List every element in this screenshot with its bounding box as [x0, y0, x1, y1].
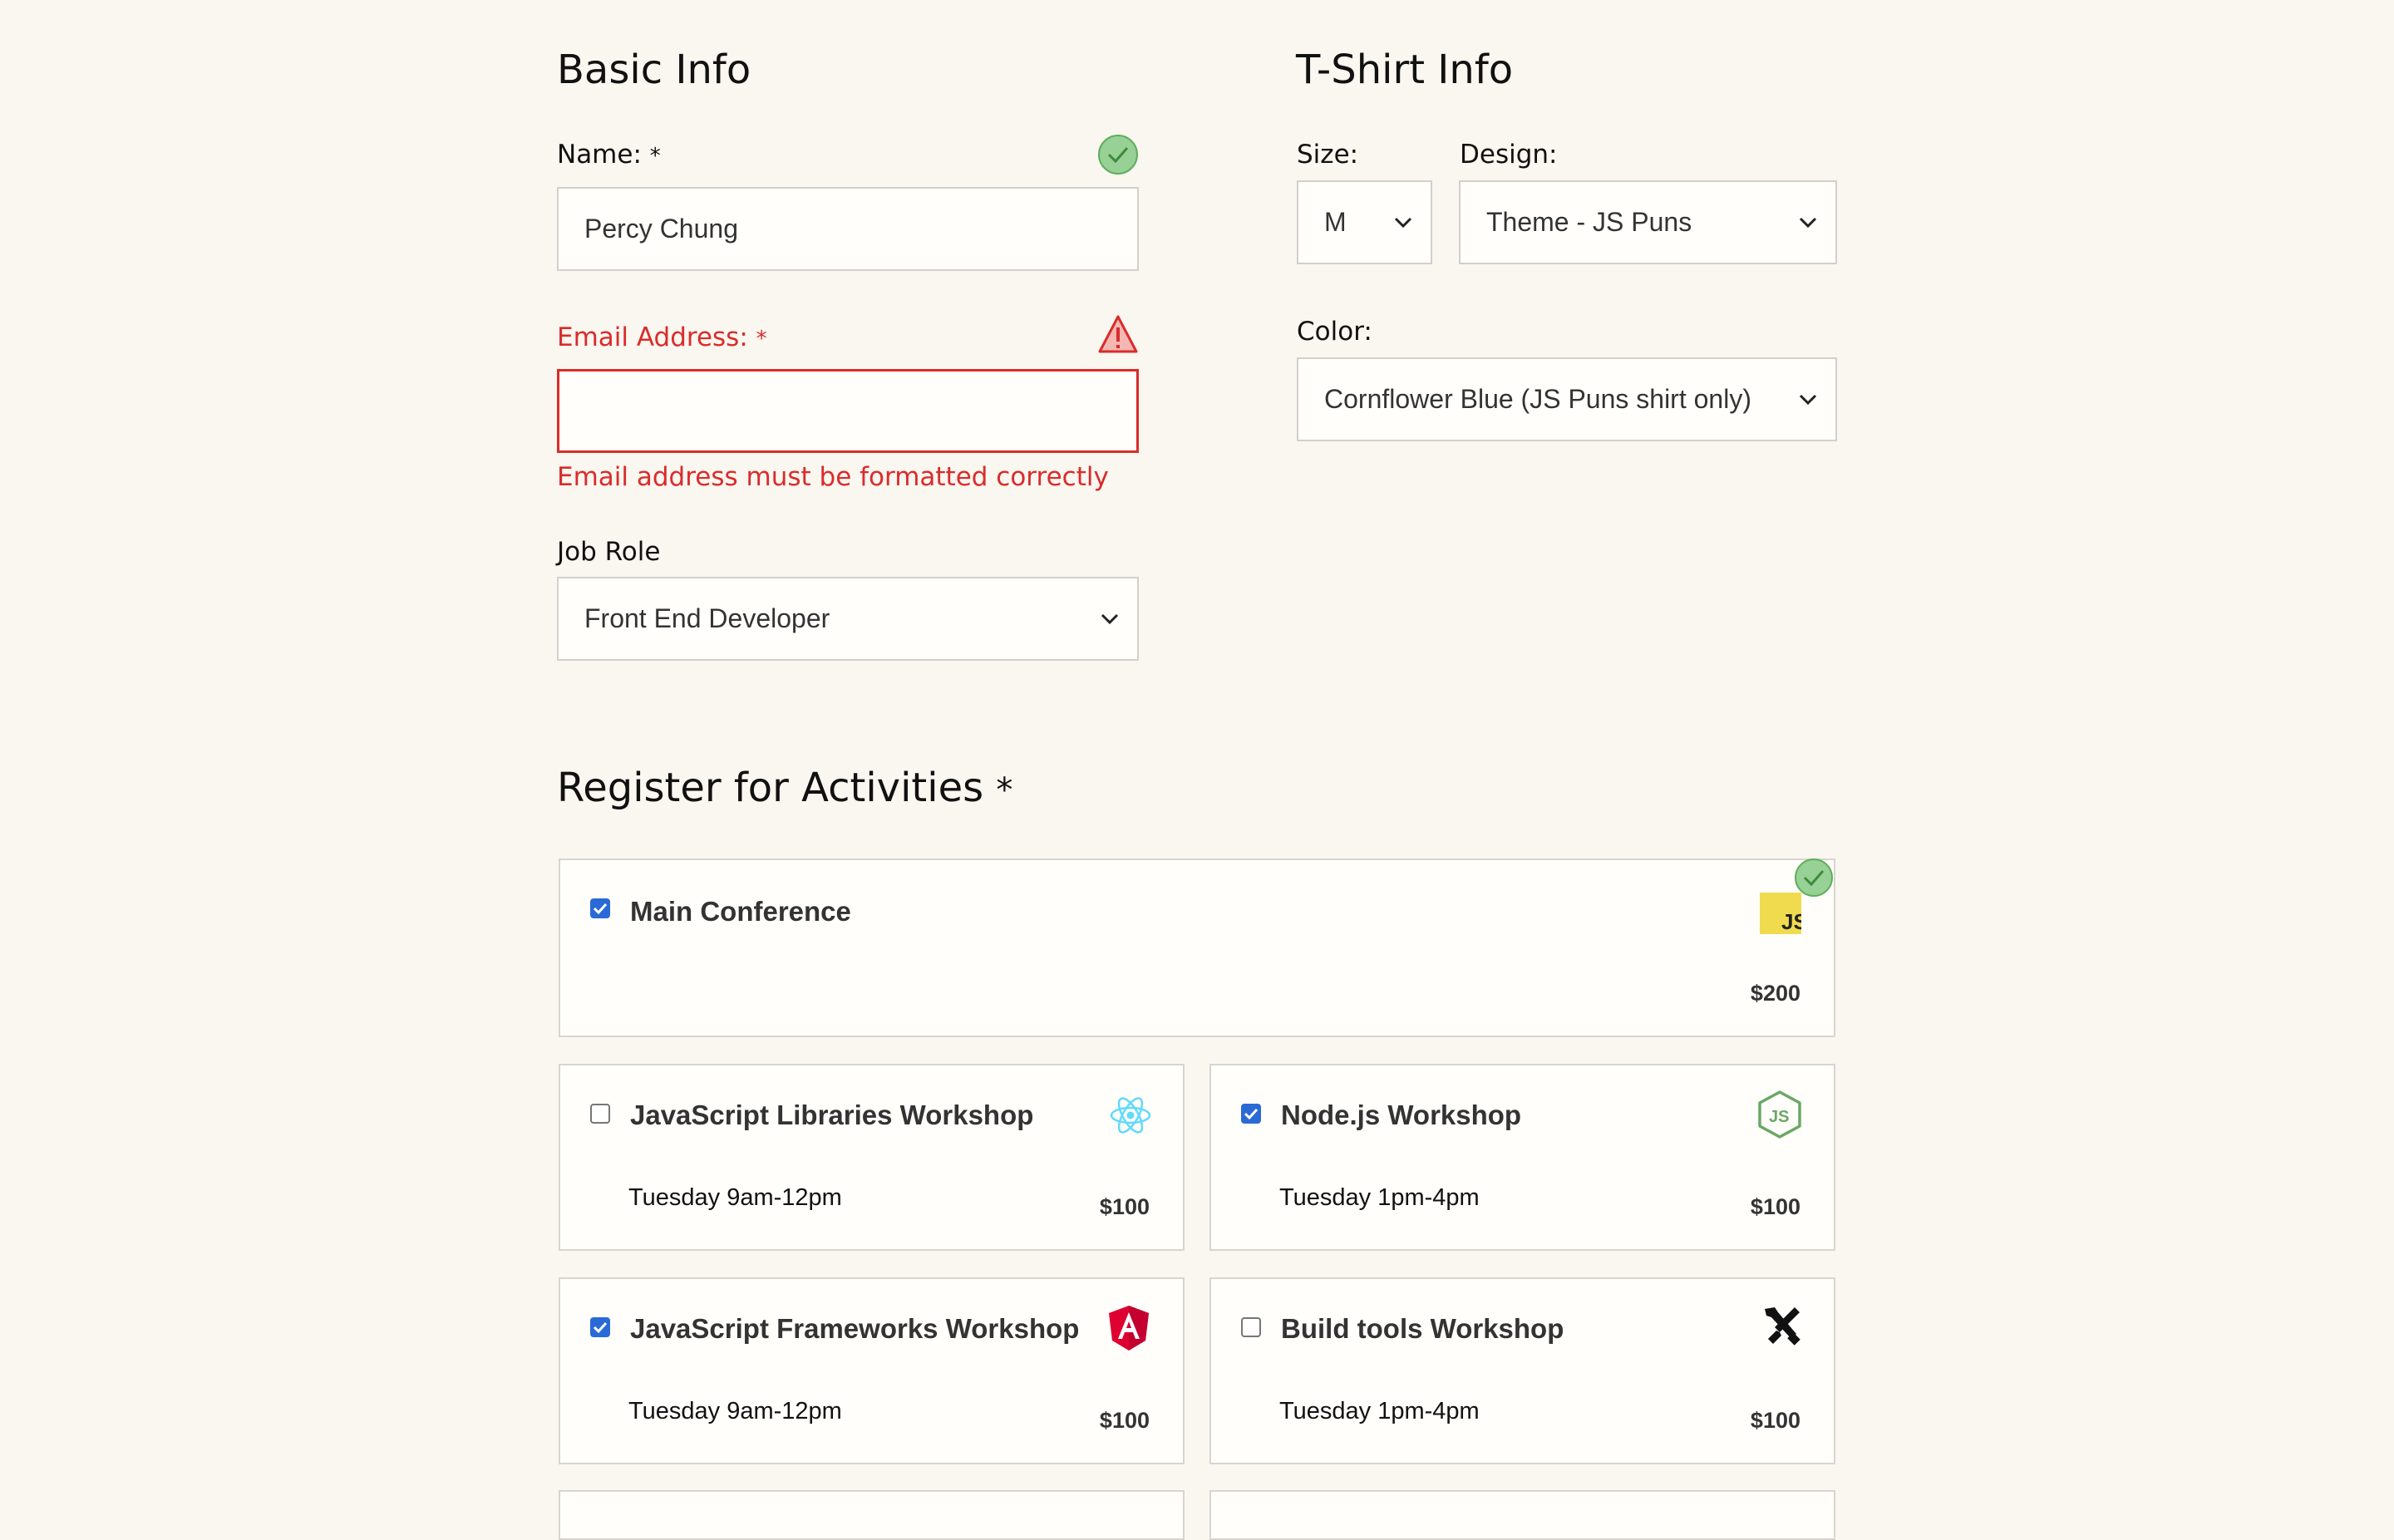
activity-checkbox[interactable] — [590, 1104, 610, 1124]
name-label: Name: * — [557, 140, 661, 170]
angular-icon — [1109, 1306, 1149, 1351]
email-label: Email Address: * — [557, 322, 767, 352]
tools-icon — [1765, 1307, 1800, 1346]
chevron-down-icon — [1101, 613, 1119, 624]
size-select[interactable]: M — [1297, 180, 1432, 264]
activity-title: Node.js Workshop — [1281, 1100, 1522, 1130]
activity-price: $200 — [1750, 981, 1800, 1006]
activities-heading-text: Register for Activities — [557, 765, 984, 811]
activity-card-main-conference[interactable]: Main Conference $200 JS — [559, 859, 1835, 1037]
basic-info-heading: Basic Info — [557, 47, 751, 93]
activity-price: $100 — [1750, 1408, 1800, 1433]
email-error-message: Email address must be formatted correctl… — [557, 462, 1109, 492]
activity-card-js-frameworks[interactable]: JavaScript Frameworks Workshop Tuesday 9… — [559, 1277, 1185, 1464]
name-input-value: Percy Chung — [584, 214, 738, 244]
activity-price: $100 — [1099, 1194, 1150, 1219]
chevron-down-icon — [1394, 217, 1412, 228]
activity-title: Main Conference — [630, 896, 851, 927]
email-label-text: Email Address: — [557, 322, 748, 352]
required-mark: * — [756, 327, 767, 352]
activity-card-nodejs[interactable]: Node.js Workshop Tuesday 1pm-4pm $100 JS — [1209, 1064, 1835, 1251]
activity-time: Tuesday 9am-12pm — [628, 1184, 842, 1211]
color-label: Color: — [1297, 317, 1372, 347]
activity-checkbox[interactable] — [1241, 1317, 1261, 1337]
activity-title: JavaScript Frameworks Workshop — [630, 1313, 1080, 1344]
job-role-select[interactable]: Front End Developer — [557, 577, 1139, 661]
activity-card-build-tools[interactable]: Build tools Workshop Tuesday 1pm-4pm $10… — [1209, 1277, 1835, 1464]
svg-text:JS: JS — [1781, 909, 1801, 934]
email-input[interactable] — [557, 369, 1139, 453]
design-value: Theme - JS Puns — [1486, 207, 1692, 237]
activity-time: Tuesday 9am-12pm — [628, 1398, 842, 1424]
activity-card-js-libraries[interactable]: JavaScript Libraries Workshop Tuesday 9a… — [559, 1064, 1185, 1251]
required-mark: * — [996, 771, 1013, 809]
valid-check-icon — [1795, 859, 1833, 897]
color-select[interactable]: Cornflower Blue (JS Puns shirt only) — [1297, 357, 1837, 441]
size-value: M — [1324, 207, 1347, 237]
activity-price: $100 — [1750, 1194, 1800, 1219]
activity-card-partial[interactable] — [1209, 1490, 1835, 1540]
chevron-down-icon — [1799, 394, 1817, 405]
nodejs-icon: JS — [1758, 1090, 1801, 1139]
js-icon: JS — [1760, 893, 1801, 934]
activities-heading: Register for Activities * — [557, 765, 1012, 811]
activity-checkbox[interactable] — [1241, 1104, 1261, 1124]
color-value: Cornflower Blue (JS Puns shirt only) — [1324, 384, 1751, 414]
name-label-text: Name: — [557, 140, 642, 170]
job-role-label: Job Role — [557, 537, 661, 567]
name-input[interactable]: Percy Chung — [557, 187, 1139, 271]
activity-checkbox[interactable] — [590, 898, 610, 918]
activity-card-partial[interactable] — [559, 1490, 1185, 1540]
activity-price: $100 — [1099, 1408, 1150, 1433]
activity-title: JavaScript Libraries Workshop — [630, 1100, 1034, 1130]
activity-checkbox[interactable] — [590, 1317, 610, 1337]
size-label: Size: — [1297, 140, 1359, 170]
required-mark: * — [649, 144, 661, 169]
job-role-value: Front End Developer — [584, 603, 830, 633]
react-icon — [1110, 1097, 1151, 1134]
chevron-down-icon — [1799, 217, 1817, 228]
design-label: Design: — [1460, 140, 1558, 170]
tshirt-info-heading: T-Shirt Info — [1296, 47, 1514, 93]
valid-check-icon — [1098, 135, 1138, 175]
design-select[interactable]: Theme - JS Puns — [1459, 180, 1837, 264]
activity-time: Tuesday 1pm-4pm — [1279, 1398, 1480, 1424]
warning-icon — [1098, 315, 1138, 353]
activity-title: Build tools Workshop — [1281, 1313, 1564, 1344]
activity-time: Tuesday 1pm-4pm — [1279, 1184, 1480, 1211]
svg-text:JS: JS — [1769, 1108, 1789, 1126]
